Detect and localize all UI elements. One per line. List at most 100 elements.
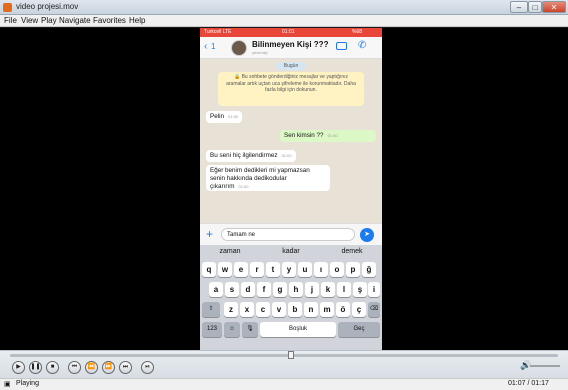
carrier-label: Turkcell LTE [204,29,232,35]
message-text: Bu seni hiç ilgilendirmez [210,152,278,159]
frame-step-icon[interactable]: ⏯ [141,361,154,374]
key[interactable]: t [266,262,280,277]
day-label: Bugün [276,62,306,70]
key[interactable]: f [257,282,271,297]
key[interactable]: x [240,302,254,317]
message-time: 01:00 [238,184,249,189]
message-bubble[interactable]: Pelin 01:00 [206,111,243,123]
microphone-key[interactable]: 🎙 [242,322,258,337]
play-icon[interactable]: ▶ [12,361,25,374]
key[interactable]: ğ [362,262,376,277]
pause-icon[interactable]: ❚❚ [29,361,42,374]
numbers-key[interactable]: 123 [202,322,222,337]
seek-thumb[interactable] [288,351,294,359]
menu-favorites[interactable]: Favorites [93,16,126,25]
suggestion-item[interactable]: kadar [261,248,321,255]
message-time: 01:00 [228,114,239,119]
delete-key[interactable]: ⌫ [368,302,380,317]
key[interactable]: ı [314,262,328,277]
menu-play[interactable]: Play [41,16,57,25]
message-bubble[interactable]: Bu seni hiç ilgilendirmez 01:00 [206,150,296,162]
chat-area: Bugün 🔒 Bu sohbete gönderdiğiniz mesajla… [200,59,382,223]
back-count[interactable]: 1 [211,42,215,51]
key[interactable]: g [273,282,287,297]
video-call-icon[interactable] [336,42,347,50]
key[interactable]: i [368,282,380,297]
send-icon[interactable]: ➤ [360,228,374,242]
avatar[interactable] [231,40,247,56]
space-key[interactable]: Boşluk [260,322,336,337]
contact-name[interactable]: Bilinmeyen Kişi ??? [252,40,328,49]
message-time: 01:00 [327,133,338,138]
emoji-key[interactable]: ☺ [224,322,240,337]
phone-screen: Turkcell LTE 01:01 %68 ‹ 1 Bilinmeyen Ki… [200,28,382,350]
contact-status: çevrimiçi [252,50,268,55]
maximize-button[interactable]: □ [528,1,542,13]
minimize-button[interactable]: – [510,1,528,13]
message-time: 01:00 [281,153,292,158]
playback-status: Playing [16,380,39,387]
key[interactable]: c [256,302,270,317]
key[interactable]: h [289,282,303,297]
key[interactable]: ö [336,302,350,317]
status-icon: ▣ [4,381,11,388]
key[interactable]: a [209,282,223,297]
message-text: Sen kimsin ?? [284,132,324,139]
key[interactable]: r [250,262,264,277]
key[interactable]: ç [352,302,366,317]
predictive-bar: zaman kadar demek [200,245,382,260]
key[interactable]: u [298,262,312,277]
stop-icon[interactable]: ■ [46,361,59,374]
key[interactable]: n [304,302,318,317]
fast-forward-icon[interactable]: ⏩ [102,361,115,374]
menu-navigate[interactable]: Navigate [59,16,91,25]
key[interactable]: d [241,282,255,297]
media-player-window: video projesi.mov – □ ✕ File View Play N… [0,0,568,390]
menu-bar: File View Play Navigate Favorites Help [0,15,568,27]
menu-file[interactable]: File [4,16,17,25]
next-icon[interactable]: ⏭ [119,361,132,374]
message-input-bar: + Tamam ne ➤ [200,223,382,245]
suggestion-item[interactable]: zaman [200,248,260,255]
key[interactable]: b [288,302,302,317]
key[interactable]: z [224,302,238,317]
key[interactable]: j [305,282,319,297]
plus-icon[interactable]: + [206,227,213,241]
key[interactable]: l [337,282,351,297]
playback-time: 01:07 / 01:17 [508,380,549,387]
return-key[interactable]: Geç [338,322,380,337]
encryption-notice[interactable]: 🔒 Bu sohbete gönderdiğiniz mesajlar ve y… [218,72,364,106]
onscreen-keyboard: q w e r t y u ı o p ğ a s d f g h j k l … [200,260,382,350]
key[interactable]: v [272,302,286,317]
key[interactable]: p [346,262,360,277]
player-status-bar: ▣ Playing 01:07 / 01:17 [0,378,568,390]
suggestion-item[interactable]: demek [322,248,382,255]
key[interactable]: q [202,262,216,277]
phone-status-bar: Turkcell LTE 01:01 %68 [200,28,382,37]
app-icon [3,3,12,12]
key[interactable]: w [218,262,232,277]
message-bubble[interactable]: Sen kimsin ?? 01:00 [280,130,376,142]
message-bubble[interactable]: Eğer benim dedikleri mi yapmazsan senin … [206,165,330,191]
key[interactable]: k [321,282,335,297]
playback-controls: ▶ ❚❚ ■ ⏮ ⏪ ⏩ ⏭ ⏯ 🔊 [0,350,568,378]
message-input[interactable]: Tamam ne [221,228,355,241]
key[interactable]: s [225,282,239,297]
key[interactable]: o [330,262,344,277]
menu-help[interactable]: Help [129,16,145,25]
message-text: Eğer benim dedikleri mi yapmazsan senin … [210,167,310,190]
back-chevron-icon[interactable]: ‹ [204,41,207,52]
volume-slider[interactable] [530,365,560,367]
seek-bar[interactable] [10,354,558,357]
previous-icon[interactable]: ⏮ [68,361,81,374]
close-button[interactable]: ✕ [542,1,566,13]
chat-header: ‹ 1 Bilinmeyen Kişi ??? çevrimiçi ✆ [200,37,382,59]
key[interactable]: m [320,302,334,317]
rewind-icon[interactable]: ⏪ [85,361,98,374]
key[interactable]: y [282,262,296,277]
menu-view[interactable]: View [21,16,38,25]
shift-key[interactable]: ⇧ [202,302,220,317]
key[interactable]: ş [353,282,367,297]
key[interactable]: e [234,262,248,277]
phone-call-icon[interactable]: ✆ [358,40,366,51]
